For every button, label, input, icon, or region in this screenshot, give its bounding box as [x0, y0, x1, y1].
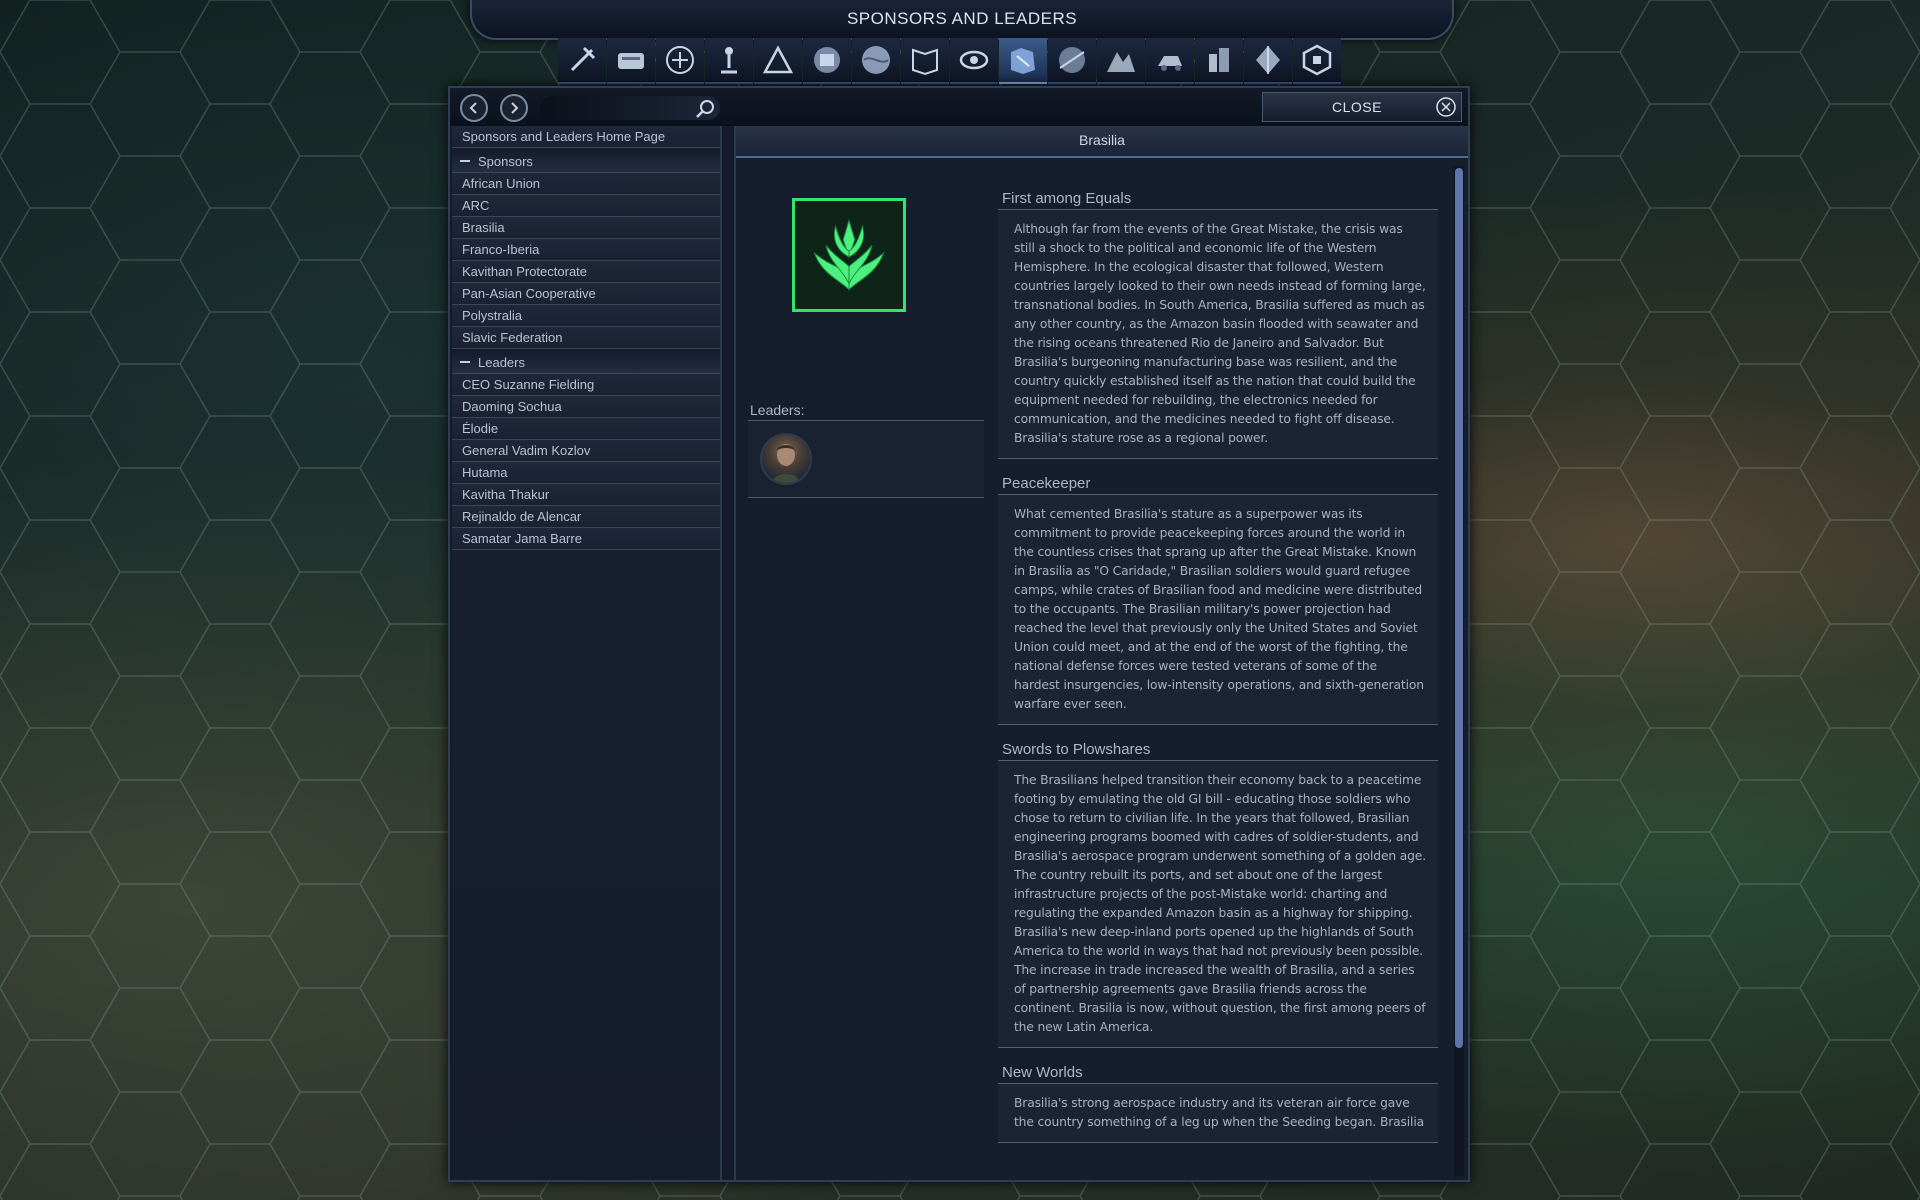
toolbar-button-vault[interactable] [607, 38, 655, 84]
sidebar: Sponsors and Leaders Home Page Sponsors … [452, 126, 722, 1180]
forward-button[interactable] [500, 94, 528, 122]
leader-item[interactable]: CEO Suzanne Fielding [452, 374, 720, 396]
toolbar-button-tool[interactable] [558, 38, 606, 84]
article-title: Brasilia [736, 126, 1468, 158]
orbit-icon [1059, 47, 1085, 73]
search-input[interactable] [540, 96, 720, 120]
crystal-icon [1256, 46, 1280, 74]
collapse-icon [460, 159, 470, 162]
satellite-icon [814, 47, 840, 73]
section-heading: Peacekeeper [998, 471, 1438, 495]
book-icon [912, 48, 938, 76]
section-body: Brasilia's strong aerospace industry and… [998, 1084, 1438, 1143]
article-content: Brasilia Leaders: First among Equals Alt… [734, 126, 1468, 1180]
sponsor-item[interactable]: Polystralia [452, 305, 720, 327]
toolbar-button-affinity[interactable] [1293, 38, 1341, 84]
affinity-icon [1302, 44, 1332, 76]
toolbar-button-eye[interactable] [950, 38, 998, 84]
person-icon [721, 47, 737, 74]
arrow-right-icon [511, 102, 519, 114]
window-title-bar: SPONSORS AND LEADERS [470, 0, 1454, 40]
civilopedia-category-toolbar [558, 38, 1346, 84]
sponsor-item[interactable]: African Union [452, 173, 720, 195]
terrain-icon [1107, 52, 1135, 72]
toolbar-button-vehicle[interactable] [1146, 38, 1194, 84]
section-heading: First among Equals [998, 186, 1438, 210]
tool-icon [570, 46, 596, 72]
toolbar-button-network[interactable] [656, 38, 704, 84]
navigation-row: CLOSE [450, 88, 1468, 126]
toolbar-button-person[interactable] [705, 38, 753, 84]
leader-item[interactable]: Hutama [452, 462, 720, 484]
section-body: Although far from the events of the Grea… [998, 210, 1438, 459]
sponsor-emblem [792, 198, 906, 312]
toolbar-button-building[interactable] [1195, 38, 1243, 84]
section-body: The Brasilians helped transition their e… [998, 761, 1438, 1048]
sponsor-item[interactable]: Pan-Asian Cooperative [452, 283, 720, 305]
toolbar-button-book[interactable] [901, 38, 949, 84]
map-icon [1011, 48, 1035, 74]
leaders-group-header[interactable]: Leaders [452, 349, 720, 374]
tent-icon [762, 45, 794, 74]
leader-item[interactable]: Rejinaldo de Alencar [452, 506, 720, 528]
leader-item[interactable]: General Vadim Kozlov [452, 440, 720, 462]
leader-list: CEO Suzanne Fielding Daoming Sochua Élodie… [452, 374, 720, 550]
leader-portrait[interactable] [760, 433, 812, 485]
planet-icon [862, 46, 890, 74]
toolbar-button-crystal[interactable] [1244, 38, 1292, 84]
scrollbar-thumb[interactable] [1455, 168, 1463, 1048]
sponsor-item[interactable]: Slavic Federation [452, 327, 720, 349]
leaders-label: Leaders: [750, 402, 805, 418]
back-button[interactable] [460, 94, 488, 122]
arrow-left-icon [469, 102, 477, 114]
toolbar-button-terrain[interactable] [1097, 38, 1145, 84]
leader-item[interactable]: Élodie [452, 418, 720, 440]
article-sections: First among Equals Although far from the … [998, 186, 1438, 1155]
eye-icon [959, 50, 989, 70]
sponsor-item[interactable]: ARC [452, 195, 720, 217]
vault-icon [618, 53, 644, 69]
sponsors-group-label: Sponsors [478, 154, 533, 169]
brasilia-emblem-icon [813, 218, 885, 291]
sidebar-item-home[interactable]: Sponsors and Leaders Home Page [452, 126, 720, 148]
toolbar-button-orbit[interactable] [1048, 38, 1096, 84]
sponsor-item[interactable]: Franco-Iberia [452, 239, 720, 261]
leaders-group-label: Leaders [478, 355, 525, 370]
leader-item[interactable]: Kavitha Thakur [452, 484, 720, 506]
toolbar-button-satellite[interactable] [803, 38, 851, 84]
leader-item[interactable]: Daoming Sochua [452, 396, 720, 418]
scrollbar[interactable] [1454, 166, 1464, 1176]
section-heading: New Worlds [998, 1060, 1438, 1084]
close-label: CLOSE [1332, 99, 1382, 115]
sponsors-group-header[interactable]: Sponsors [452, 148, 720, 173]
window-title: SPONSORS AND LEADERS [846, 9, 1078, 28]
leader-item[interactable]: Samatar Jama Barre [452, 528, 720, 550]
civilopedia-panel: CLOSE Sponsors and Leaders Home Page Spo… [448, 86, 1470, 1182]
toolbar-button-planet[interactable] [852, 38, 900, 84]
vehicle-icon [1158, 56, 1182, 71]
sponsor-item[interactable]: Brasilia [452, 217, 720, 239]
collapse-icon [460, 360, 470, 363]
toolbar-button-map[interactable] [999, 38, 1047, 84]
network-icon [666, 46, 694, 74]
toolbar-button-tent[interactable] [754, 38, 802, 84]
search-icon[interactable] [694, 98, 716, 120]
close-icon [1436, 97, 1456, 117]
section-body: What cemented Brasilia's stature as a su… [998, 495, 1438, 725]
sponsor-item[interactable]: Kavithan Protectorate [452, 261, 720, 283]
close-button[interactable]: CLOSE [1262, 92, 1462, 122]
section-heading: Swords to Plowshares [998, 737, 1438, 761]
sponsor-list: African Union ARC Brasilia Franco-Iberia Kav… [452, 173, 720, 349]
building-icon [1209, 48, 1229, 72]
leaders-box [748, 420, 984, 498]
leader-face-icon [772, 444, 800, 483]
